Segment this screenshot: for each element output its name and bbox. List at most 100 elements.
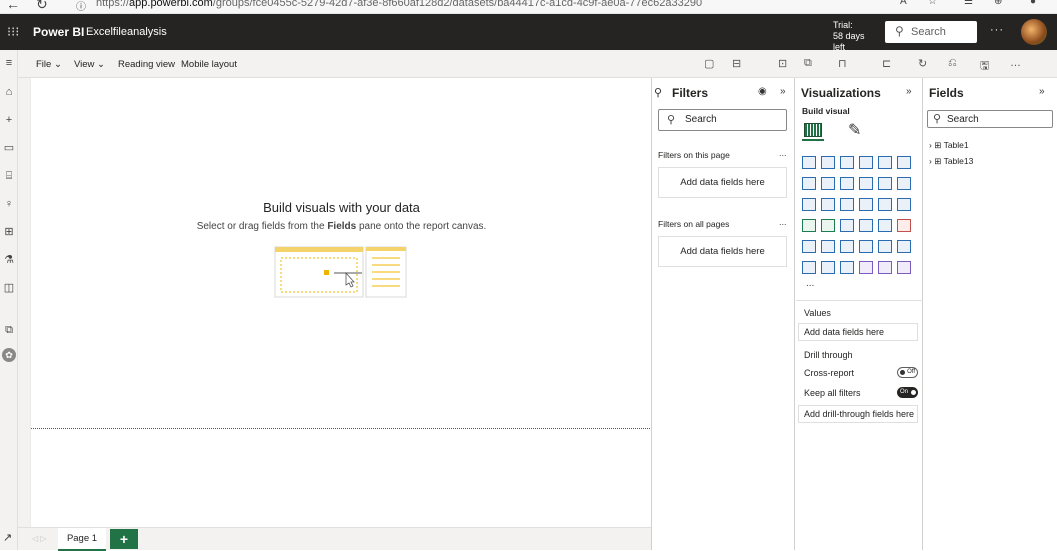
- filters-all-drop-well[interactable]: Add data fields here: [658, 236, 787, 267]
- learn-icon[interactable]: ⚗: [3, 254, 15, 266]
- pie-chart-icon[interactable]: [859, 198, 873, 211]
- collapse-fields-icon[interactable]: »: [1039, 86, 1045, 97]
- view-menu[interactable]: View ⌄: [74, 59, 105, 70]
- hide-filters-eye-icon[interactable]: ◉: [758, 86, 767, 97]
- hamburger-menu-icon[interactable]: ≡: [3, 57, 15, 69]
- profile-icon[interactable]: ●: [1030, 0, 1036, 7]
- url-text[interactable]: https://app.powerbi.com/groups/fce0455c-…: [96, 0, 702, 9]
- drill-through-drop-well[interactable]: Add drill-through fields here: [798, 405, 918, 423]
- decomposition-tree-icon[interactable]: [802, 261, 816, 274]
- donut-chart-icon[interactable]: [878, 198, 892, 211]
- clustered-column-chart-icon[interactable]: [859, 156, 873, 169]
- gauge-icon[interactable]: [840, 219, 854, 232]
- stacked-area-chart-icon[interactable]: [840, 177, 854, 190]
- smart-narrative-visual-icon[interactable]: [897, 261, 911, 274]
- slicer-icon[interactable]: [802, 240, 816, 253]
- stacked-column-chart-icon[interactable]: [821, 156, 835, 169]
- refresh-icon[interactable]: ↻: [36, 0, 48, 13]
- table-item[interactable]: › ⊞ Table13: [929, 156, 973, 167]
- page-info-icon[interactable]: ⓘ: [76, 0, 86, 13]
- workspace-avatar-icon[interactable]: ✿: [2, 348, 16, 362]
- shapes-icon[interactable]: ⧉: [804, 57, 812, 70]
- kpi-icon[interactable]: [897, 219, 911, 232]
- report-name[interactable]: Excelfileanalysis: [86, 26, 167, 38]
- favorite-icon[interactable]: ☆: [928, 0, 937, 7]
- filters-page-drop-well[interactable]: Add data fields here: [658, 167, 787, 198]
- button-icon[interactable]: ⊡: [778, 57, 787, 70]
- filters-all-more-icon[interactable]: ...: [779, 217, 787, 227]
- read-aloud-icon[interactable]: A: [900, 0, 907, 7]
- more-visuals-icon[interactable]: ...: [806, 278, 814, 289]
- power-automate-icon[interactable]: [878, 261, 892, 274]
- global-search-input[interactable]: ⚲ Search: [885, 21, 977, 43]
- tab-page-1[interactable]: Page 1: [58, 528, 106, 551]
- add-page-button[interactable]: +: [110, 529, 138, 549]
- app-name[interactable]: Power BI: [33, 25, 84, 39]
- line-stacked-column-icon[interactable]: [878, 177, 892, 190]
- map-icon[interactable]: [802, 219, 816, 232]
- apps-icon[interactable]: ⊞: [3, 226, 15, 238]
- file-menu[interactable]: File ⌄: [36, 59, 62, 70]
- refresh-icon[interactable]: ↻: [918, 57, 927, 70]
- textbox-icon[interactable]: ⊟: [732, 57, 741, 70]
- build-visual-tab-icon[interactable]: [802, 121, 824, 141]
- app-launcher-icon[interactable]: ⁝⁝⁝: [7, 24, 19, 40]
- current-workspace-icon[interactable]: ⧉: [3, 324, 15, 336]
- create-icon[interactable]: +: [3, 114, 15, 126]
- format-visual-tab-icon[interactable]: ✎: [848, 120, 861, 140]
- key-influencers-icon[interactable]: [878, 240, 892, 253]
- funnel-chart-icon[interactable]: [821, 198, 835, 211]
- expand-icon[interactable]: ↗: [3, 531, 12, 544]
- filled-map-icon[interactable]: [821, 219, 835, 232]
- back-icon[interactable]: ←: [6, 0, 20, 12]
- multi-row-card-icon[interactable]: [878, 219, 892, 232]
- collections-icon[interactable]: ⊕: [994, 0, 1002, 7]
- browse-icon[interactable]: ▭: [3, 142, 15, 154]
- power-apps-icon[interactable]: [859, 261, 873, 274]
- card-icon[interactable]: [859, 219, 873, 232]
- ribbon-more-icon[interactable]: …: [1010, 57, 1021, 69]
- home-icon[interactable]: ⌂: [3, 86, 15, 98]
- undo-icon[interactable]: ⎌: [948, 57, 957, 70]
- table-icon[interactable]: [821, 240, 835, 253]
- workspaces-icon[interactable]: ◫: [3, 282, 15, 294]
- trial-status[interactable]: Trial: 58 days left: [833, 20, 877, 53]
- reading-view-button[interactable]: Reading view: [118, 59, 175, 70]
- goals-visual-icon[interactable]: [821, 261, 835, 274]
- goals-icon[interactable]: ♀: [3, 198, 15, 210]
- matrix-icon[interactable]: [840, 240, 854, 253]
- cross-report-toggle[interactable]: Off: [897, 367, 918, 378]
- treemap-icon[interactable]: [897, 198, 911, 211]
- paginated-report-icon[interactable]: [840, 261, 854, 274]
- stacked-bar-chart-icon[interactable]: [802, 156, 816, 169]
- keep-all-filters-toggle[interactable]: On: [897, 387, 918, 398]
- more-options-icon[interactable]: ···: [990, 24, 1004, 36]
- ribbon-chart-icon[interactable]: [897, 177, 911, 190]
- comment-icon[interactable]: ▢: [704, 57, 714, 70]
- qa-icon[interactable]: [897, 240, 911, 253]
- mobile-layout-button[interactable]: Mobile layout: [181, 59, 237, 70]
- clustered-bar-chart-icon[interactable]: [840, 156, 854, 169]
- area-chart-icon[interactable]: [821, 177, 835, 190]
- values-drop-well[interactable]: Add data fields here: [798, 323, 918, 341]
- favorites-list-icon[interactable]: ☰: [964, 0, 973, 7]
- 100-stacked-bar-chart-icon[interactable]: [878, 156, 892, 169]
- scatter-chart-icon[interactable]: [840, 198, 854, 211]
- page-nav-arrows-icon[interactable]: ◁ ▷: [32, 534, 47, 543]
- avatar[interactable]: [1021, 19, 1047, 45]
- line-chart-icon[interactable]: [802, 177, 816, 190]
- data-hub-icon[interactable]: ⌸: [3, 170, 15, 182]
- filters-search-input[interactable]: ⚲ Search: [658, 109, 787, 131]
- report-canvas[interactable]: Build visuals with your data Select or d…: [30, 78, 652, 527]
- waterfall-chart-icon[interactable]: [802, 198, 816, 211]
- collapse-filters-icon[interactable]: »: [780, 86, 786, 97]
- filters-page-more-icon[interactable]: ...: [779, 148, 787, 158]
- insert-visual-icon[interactable]: ⊓: [838, 57, 847, 70]
- fields-search-input[interactable]: ⚲ Search: [927, 110, 1053, 128]
- 100-stacked-column-chart-icon[interactable]: [897, 156, 911, 169]
- smart-narrative-icon[interactable]: ⊏: [882, 57, 891, 70]
- collapse-visualizations-icon[interactable]: »: [906, 86, 912, 97]
- save-icon[interactable]: 🖫: [980, 57, 989, 76]
- line-clustered-column-icon[interactable]: [859, 177, 873, 190]
- r-visual-icon[interactable]: [859, 240, 873, 253]
